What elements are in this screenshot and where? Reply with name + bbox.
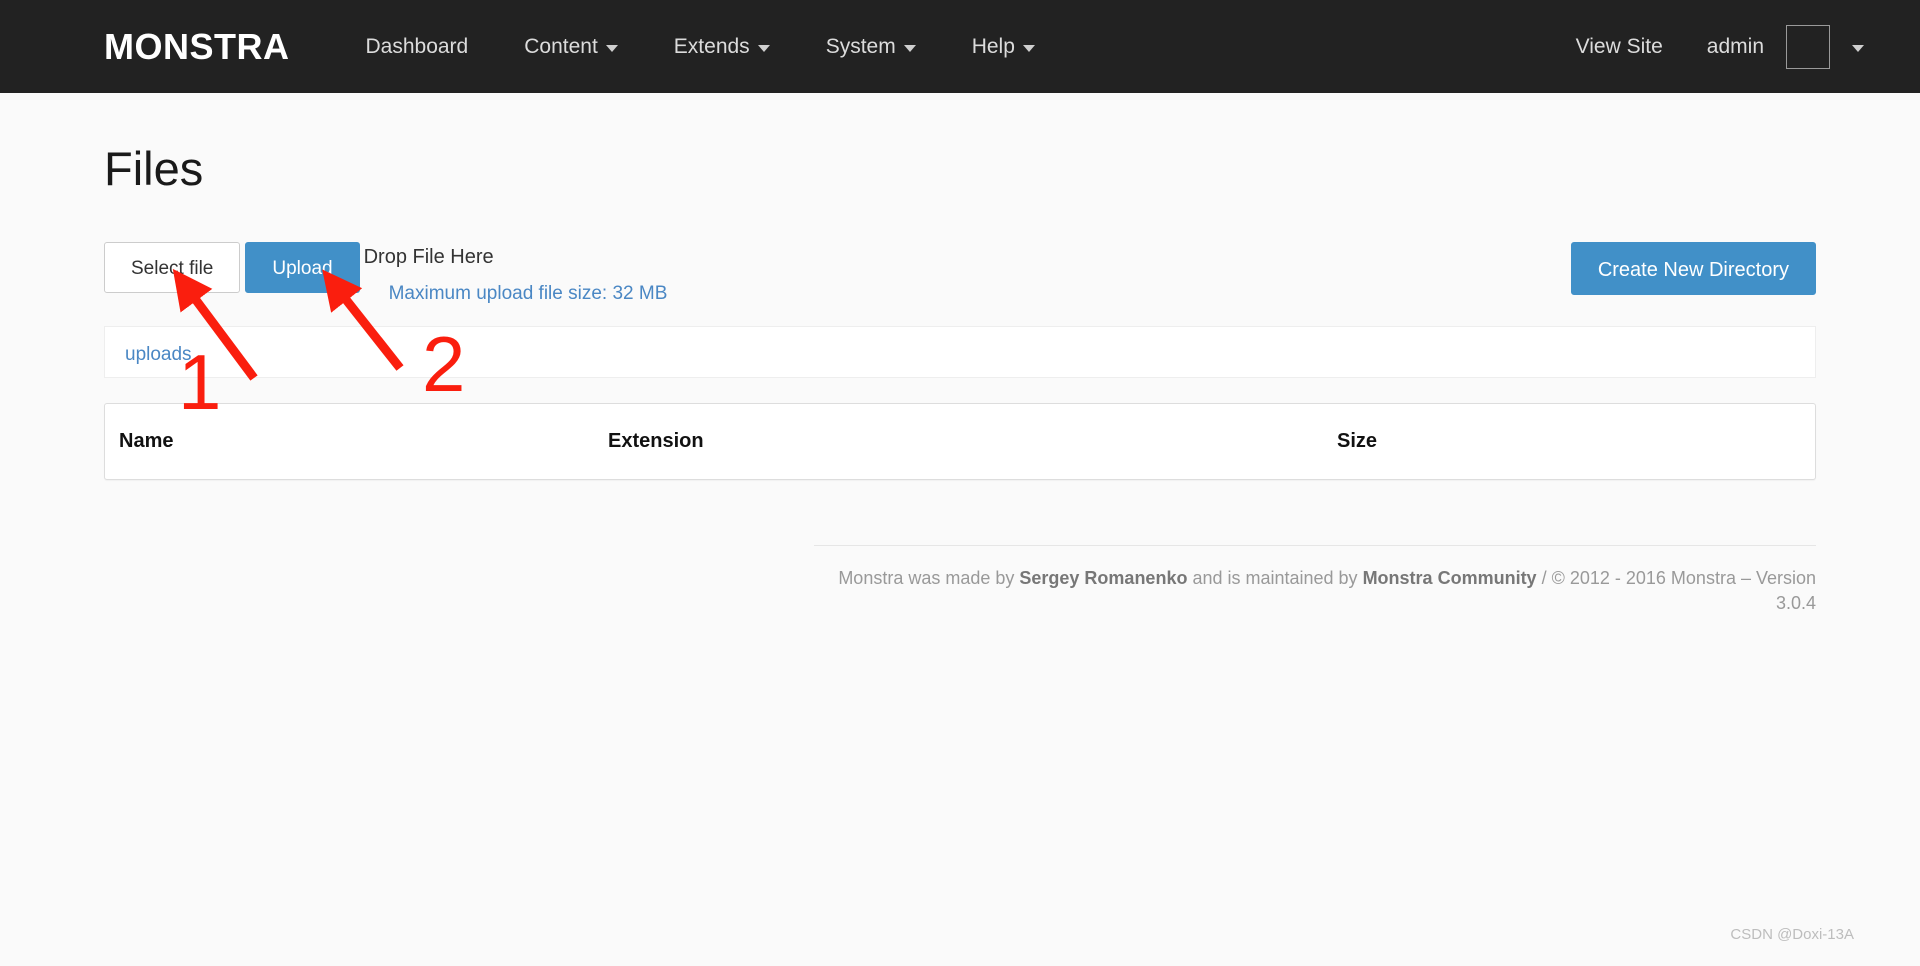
files-table-head: Name Extension Size — [105, 404, 1815, 479]
footer-author-link[interactable]: Sergey Romanenko — [1019, 568, 1187, 588]
user-name-label: admin — [1707, 35, 1764, 59]
avatar — [1786, 25, 1830, 69]
nav-item-content[interactable]: Content — [496, 35, 646, 59]
footer-prefix: Monstra was made by — [838, 568, 1019, 588]
column-header-size[interactable]: Size — [1323, 404, 1815, 479]
page-footer: Monstra was made by Sergey Romanenko and… — [814, 545, 1816, 616]
table-header-row: Name Extension Size — [105, 404, 1815, 479]
brand-logo[interactable]: MONSTRA — [104, 26, 290, 68]
chevron-down-icon — [1023, 45, 1035, 52]
footer-middle: and is maintained by — [1187, 568, 1362, 588]
breadcrumb-item-uploads[interactable]: uploads — [125, 344, 192, 365]
upload-button[interactable]: Upload — [245, 242, 359, 293]
column-header-name[interactable]: Name — [105, 404, 594, 479]
main-nav: Dashboard Content Extends System Help — [338, 35, 1063, 59]
chevron-down-icon — [606, 45, 618, 52]
nav-label: System — [826, 35, 896, 59]
column-header-extension[interactable]: Extension — [594, 404, 1323, 479]
nav-label: Extends — [674, 35, 750, 59]
page-title: Files — [104, 145, 1816, 192]
nav-item-system[interactable]: System — [798, 35, 944, 59]
view-site-label: View Site — [1576, 35, 1663, 59]
chevron-down-icon — [1852, 45, 1864, 52]
files-table: Name Extension Size — [105, 404, 1815, 479]
footer-suffix: / © 2012 - 2016 Monstra – Version 3.0.4 — [1537, 568, 1816, 613]
view-site-link[interactable]: View Site — [1554, 35, 1685, 59]
files-toolbar: Select file Upload Drop File Here Maximu… — [104, 242, 1816, 312]
create-new-directory-button[interactable]: Create New Directory — [1571, 242, 1816, 295]
navbar-right-section: View Site admin — [1554, 25, 1920, 69]
drop-file-here-label: Drop File Here — [364, 246, 668, 268]
chevron-down-icon — [904, 45, 916, 52]
max-upload-size-label: Maximum upload file size: 32 MB — [364, 283, 668, 305]
chevron-down-icon — [758, 45, 770, 52]
nav-label: Help — [972, 35, 1015, 59]
top-navbar: MONSTRA Dashboard Content Extends System… — [0, 0, 1920, 93]
watermark: CSDN @Doxi-13A — [1730, 926, 1854, 943]
breadcrumb: uploads — [104, 326, 1816, 378]
nav-item-extends[interactable]: Extends — [646, 35, 798, 59]
footer-credit: Monstra was made by Sergey Romanenko and… — [814, 566, 1816, 616]
user-menu[interactable]: admin — [1685, 25, 1864, 69]
dropzone[interactable]: Drop File Here Maximum upload file size:… — [364, 242, 668, 305]
page-content: Files Select file Upload Drop File Here … — [0, 145, 1920, 616]
files-panel: Name Extension Size — [104, 403, 1816, 480]
nav-item-help[interactable]: Help — [944, 35, 1063, 59]
nav-item-dashboard[interactable]: Dashboard — [338, 35, 497, 59]
nav-label: Content — [524, 35, 598, 59]
footer-community-link[interactable]: Monstra Community — [1363, 568, 1537, 588]
select-file-button[interactable]: Select file — [104, 242, 240, 293]
nav-label: Dashboard — [366, 35, 469, 59]
